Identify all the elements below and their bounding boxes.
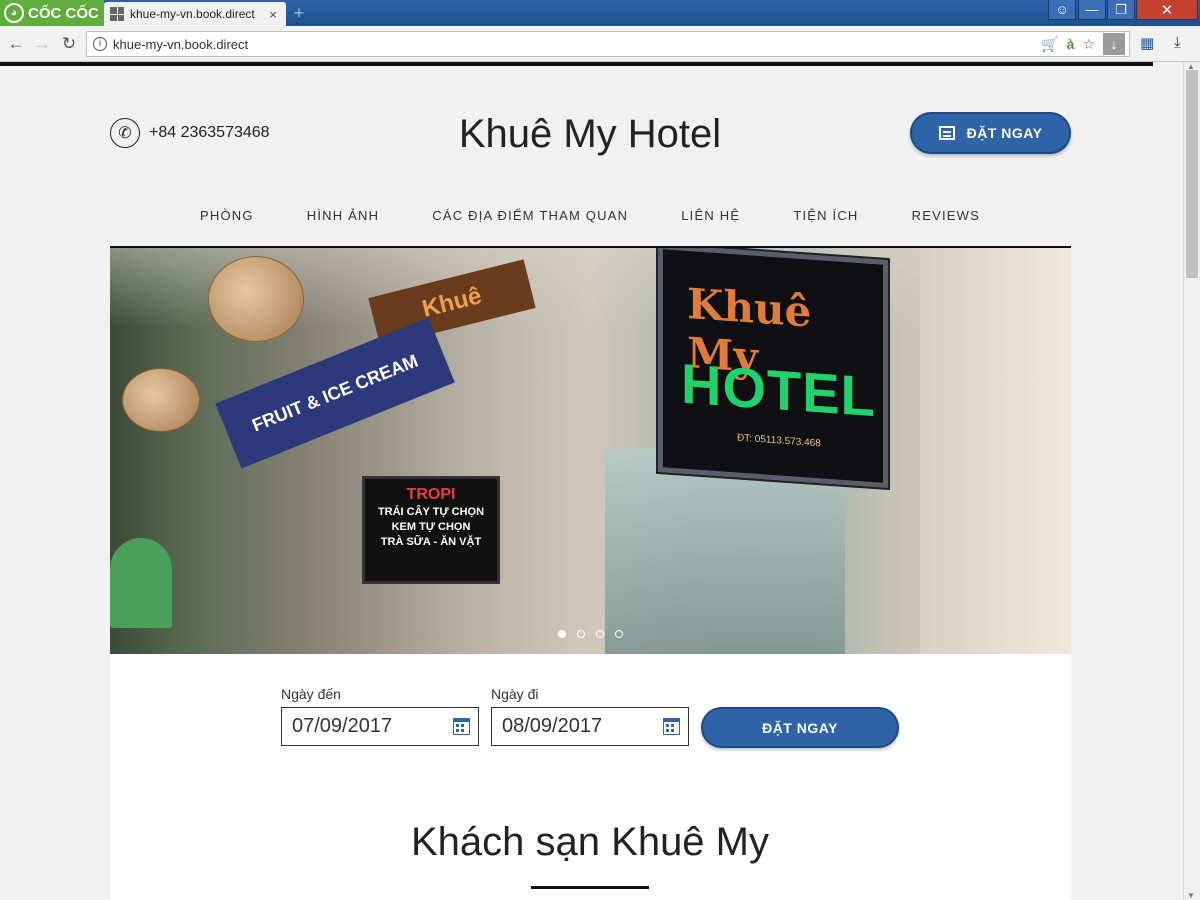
hotel-sign-hotel: HOTEL [681, 351, 876, 429]
rattan-lamp [208, 256, 304, 342]
browser-brand[interactable]: ◕ CỐC CỐC [0, 0, 104, 26]
tropi-sign-title: TROPI [406, 486, 456, 503]
departure-label: Ngày đi [491, 686, 539, 702]
tab-title: khue-my-vn.book.direct [130, 7, 255, 21]
slide-dot-4[interactable] [615, 630, 623, 638]
scrollbar-thumb[interactable] [1186, 70, 1198, 278]
top-border-line [0, 62, 1153, 66]
tropi-sign-line: KEM TỰ CHỌN [391, 521, 471, 533]
browser-titlebar: ◕ CỐC CỐC khue-my-vn.book.direct × + ☺ —… [0, 0, 1200, 26]
grid-icon[interactable]: ▦ [1140, 34, 1154, 52]
nav-item-photos[interactable]: HÌNH ẢNH [307, 208, 379, 223]
back-arrow-icon[interactable]: ← [5, 33, 27, 55]
address-bar-url[interactable]: khue-my-vn.book.direct [113, 37, 248, 52]
slide-dot-2[interactable] [577, 630, 585, 638]
header-book-now-button[interactable]: ĐẶT NGAY [910, 112, 1071, 154]
hero-slideshow[interactable]: Khuê FRUIT & ICE CREAM TROPI TRÁI CÂY TỰ… [110, 246, 1071, 654]
star-icon[interactable]: ☆ [1082, 36, 1095, 53]
close-window-button[interactable]: ✕ [1136, 0, 1198, 20]
tropi-led-sign: TROPI TRÁI CÂY TỰ CHỌN KEM TỰ CHỌN TRÀ S… [362, 476, 500, 584]
profile-icon[interactable]: ☺ [1048, 0, 1076, 20]
site-title[interactable]: Khuê My Hotel [380, 112, 800, 157]
departure-date-value[interactable]: 08/09/2017 [502, 715, 602, 738]
booking-panel: Ngày đến 07/09/2017 Ngày đi 08/09/2017 Đ… [110, 654, 1071, 900]
web-page: ✆ +84 2363573468 Khuê My Hotel ĐẶT NGAY … [0, 62, 1183, 900]
nav-item-attractions[interactable]: CÁC ĐỊA ĐIỂM THAM QUAN [432, 208, 628, 223]
coc-coc-logo-icon: ◕ [4, 3, 24, 23]
section-divider [531, 886, 649, 889]
calendar-icon[interactable] [453, 718, 470, 735]
rattan-lamp [122, 368, 200, 432]
download-arrow-icon[interactable]: ↓ [1103, 33, 1125, 55]
language-icon[interactable]: à [1067, 36, 1075, 52]
scroll-down-arrow-icon[interactable]: ▼ [1187, 891, 1195, 900]
nav-item-rooms[interactable]: PHÒNG [200, 208, 254, 223]
header-phone[interactable]: ✆ +84 2363573468 [110, 118, 270, 148]
nav-item-reviews[interactable]: REVIEWS [912, 208, 980, 223]
arrival-date-value[interactable]: 07/09/2017 [292, 715, 392, 738]
download-icon[interactable]: ⤓ [1174, 34, 1181, 51]
reload-icon[interactable]: ↻ [58, 33, 80, 55]
browser-toolbar: ← → ↻ i khue-my-vn.book.direct 🛒 à ☆ ↓ ▦… [0, 26, 1200, 62]
browser-brand-label: CỐC CỐC [28, 4, 99, 22]
main-nav: PHÒNG HÌNH ẢNH CÁC ĐỊA ĐIỂM THAM QUAN LI… [200, 208, 980, 223]
forward-arrow-icon[interactable]: → [31, 33, 53, 55]
departure-date-input[interactable]: 08/09/2017 [491, 707, 689, 746]
nav-item-contact[interactable]: LIÊN HỆ [681, 208, 740, 223]
omnibox-actions: 🛒 à ☆ ↓ [1041, 32, 1129, 56]
minimize-button[interactable]: — [1078, 0, 1106, 20]
slide-dot-1[interactable] [558, 630, 566, 638]
header-book-now-label: ĐẶT NGAY [966, 125, 1043, 141]
info-icon[interactable]: i [93, 37, 107, 51]
hotel-led-sign: Khuê My HOTEL ĐT: 05113.573.468 [658, 248, 888, 489]
arrival-date-input[interactable]: 07/09/2017 [281, 707, 479, 746]
maximize-button[interactable]: ❐ [1107, 0, 1135, 20]
new-tab-button[interactable]: + [290, 4, 308, 22]
tab-favicon-icon [110, 7, 124, 21]
phone-number[interactable]: +84 2363573468 [149, 124, 270, 142]
phone-icon: ✆ [110, 118, 140, 148]
slide-dot-3[interactable] [596, 630, 604, 638]
calendar-list-icon [938, 126, 955, 140]
nav-item-amenities[interactable]: TIỆN ÍCH [793, 208, 858, 223]
tropi-sign-line: TRÀ SỮA - ĂN VẶT [380, 536, 482, 548]
book-now-button[interactable]: ĐẶT NGAY [701, 707, 899, 748]
hotel-sign-phone: ĐT: 05113.573.468 [737, 432, 821, 450]
address-bar[interactable]: i khue-my-vn.book.direct 🛒 à ☆ ↓ [86, 31, 1130, 57]
slide-indicators [558, 630, 623, 638]
calendar-icon[interactable] [663, 718, 680, 735]
arrival-label: Ngày đến [281, 686, 341, 702]
cart-icon[interactable]: 🛒 [1041, 36, 1058, 53]
browser-tab[interactable]: khue-my-vn.book.direct × [104, 2, 286, 26]
building-wall [920, 248, 1071, 654]
page-scrollbar[interactable]: ▲ ▼ [1183, 62, 1200, 900]
section-title: Khách sạn Khuê My [411, 820, 769, 864]
tropi-sign-line: TRÁI CÂY TỰ CHỌN [377, 506, 485, 518]
fruit-decoration [110, 538, 172, 628]
tab-close-icon[interactable]: × [266, 7, 280, 22]
